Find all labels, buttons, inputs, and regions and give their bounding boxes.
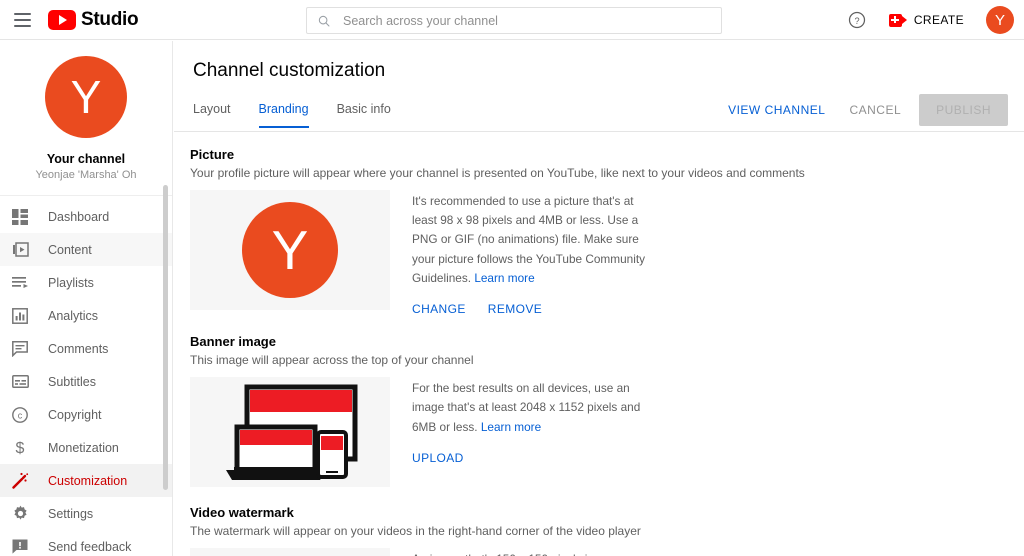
- channel-title: Your channel: [46, 152, 126, 166]
- account-avatar[interactable]: Y: [986, 6, 1014, 34]
- watermark-info-text: An image that's 150 x 150 pixels is reco…: [412, 552, 645, 556]
- publish-button[interactable]: PUBLISH: [919, 94, 1008, 126]
- sidebar-item-customization[interactable]: Customization: [0, 464, 172, 497]
- section-title: Banner image: [190, 334, 276, 350]
- sidebar-item-monetization[interactable]: $ Monetization: [0, 431, 172, 464]
- sidebar-item-label: Send feedback: [48, 539, 132, 554]
- tab-basic-info[interactable]: Basic info: [323, 98, 405, 128]
- remove-picture-button[interactable]: REMOVE: [488, 302, 542, 316]
- search-icon: [318, 15, 330, 26]
- sidebar-item-subtitles[interactable]: Subtitles: [0, 365, 172, 398]
- top-header-bar: Studio ? CREATE Y: [0, 0, 1024, 40]
- studio-wordmark: Studio: [81, 8, 139, 30]
- watermark-preview[interactable]: [190, 548, 390, 556]
- upload-banner-button[interactable]: UPLOAD: [412, 451, 464, 465]
- sidebar-item-playlists[interactable]: Playlists: [0, 266, 172, 299]
- sidebar-item-label: Comments: [48, 341, 109, 356]
- section-title: Picture: [190, 147, 235, 162]
- sidebar-item-dashboard[interactable]: Dashboard: [0, 200, 172, 233]
- section-video-watermark: Video watermark The watermark will appea…: [190, 505, 1024, 556]
- magic-wand-icon: [10, 471, 30, 491]
- hamburger-menu-icon[interactable]: [10, 8, 34, 32]
- sidebar-item-settings[interactable]: Settings: [0, 497, 172, 530]
- svg-text:?: ?: [854, 16, 859, 26]
- sidebar-item-analytics[interactable]: Analytics: [0, 299, 172, 332]
- sidebar-item-copyright[interactable]: c Copyright: [0, 398, 172, 431]
- learn-more-link[interactable]: Learn more: [481, 420, 541, 434]
- banner-image-preview[interactable]: [190, 377, 390, 488]
- section-description: Your profile picture will appear where y…: [190, 166, 805, 180]
- feedback-icon: [10, 537, 30, 556]
- create-button-label: CREATE: [913, 13, 964, 27]
- sidebar-item-label: Copyright: [48, 407, 102, 422]
- dashboard-grid-icon: [10, 207, 30, 227]
- section-picture: Picture Your profile picture will appear…: [190, 147, 1024, 316]
- video-stack-icon: [10, 240, 30, 260]
- svg-text:$: $: [16, 440, 25, 456]
- change-picture-button[interactable]: CHANGE: [412, 302, 466, 316]
- branding-tabs: Layout Branding Basic info: [193, 98, 405, 128]
- sidebar-item-comments[interactable]: Comments: [0, 332, 172, 365]
- section-banner-image: Banner image This image will appear acro…: [190, 334, 1024, 488]
- gear-icon: [10, 504, 30, 524]
- youtube-play-icon: [48, 9, 76, 30]
- youtube-studio-logo[interactable]: Studio: [48, 8, 139, 31]
- section-description: The watermark will appear on your videos…: [190, 524, 641, 539]
- help-circle-icon[interactable]: ?: [847, 10, 867, 30]
- sidebar-menu: Dashboard Content Playlists Analytics Co…: [0, 196, 172, 556]
- copyright-icon: c: [10, 405, 30, 425]
- learn-more-link[interactable]: Learn more: [474, 271, 534, 285]
- sidebar-navigation: Y Your channel Yeonjae 'Marsha' Oh Dashb…: [0, 41, 173, 556]
- devices-illustration: [226, 384, 358, 481]
- sidebar-item-label: Customization: [48, 473, 128, 488]
- profile-picture-preview[interactable]: Y: [190, 190, 390, 310]
- sidebar-item-content[interactable]: Content: [0, 233, 172, 266]
- sidebar-item-label: Dashboard: [48, 209, 110, 224]
- channel-summary: Y Your channel Yeonjae 'Marsha' Oh: [0, 41, 172, 196]
- profile-avatar: Y: [242, 202, 338, 298]
- branding-sections: Picture Your profile picture will appear…: [174, 132, 1024, 556]
- svg-text:c: c: [18, 410, 23, 420]
- channel-avatar[interactable]: Y: [45, 56, 127, 138]
- search-bar[interactable]: [306, 7, 722, 34]
- create-button[interactable]: CREATE: [879, 8, 974, 32]
- sidebar-item-label: Monetization: [48, 440, 119, 455]
- page-title: Channel customization: [193, 60, 386, 81]
- sidebar-item-label: Content: [48, 242, 92, 257]
- section-title: Video watermark: [190, 505, 294, 521]
- tab-branding[interactable]: Branding: [245, 98, 323, 128]
- cancel-button[interactable]: CANCEL: [837, 95, 913, 125]
- header-actions: ? CREATE Y: [847, 0, 1014, 40]
- section-description: This image will appear across the top of…: [190, 353, 474, 368]
- sidebar-item-label: Analytics: [48, 308, 99, 323]
- channel-name: Yeonjae 'Marsha' Oh: [35, 169, 137, 181]
- sidebar-item-send-feedback[interactable]: Send feedback: [0, 530, 172, 556]
- tab-layout[interactable]: Layout: [193, 98, 245, 128]
- search-input[interactable]: [343, 13, 711, 28]
- page-actions: VIEW CHANNEL CANCEL PUBLISH: [716, 94, 1008, 126]
- comment-bubble-icon: [10, 339, 30, 359]
- main-content: Channel customization Layout Branding Ba…: [174, 41, 1024, 556]
- playlist-lines-icon: [10, 273, 30, 293]
- view-channel-button[interactable]: VIEW CHANNEL: [716, 95, 837, 125]
- sidebar-scrollbar[interactable]: [163, 185, 168, 490]
- subtitles-icon: [10, 372, 30, 392]
- dollar-sign-icon: $: [10, 438, 30, 458]
- sidebar-item-label: Settings: [48, 506, 94, 521]
- sidebar-item-label: Playlists: [48, 275, 94, 290]
- video-camera-icon: [888, 13, 907, 27]
- bar-chart-icon: [10, 306, 30, 326]
- sidebar-item-label: Subtitles: [48, 374, 96, 389]
